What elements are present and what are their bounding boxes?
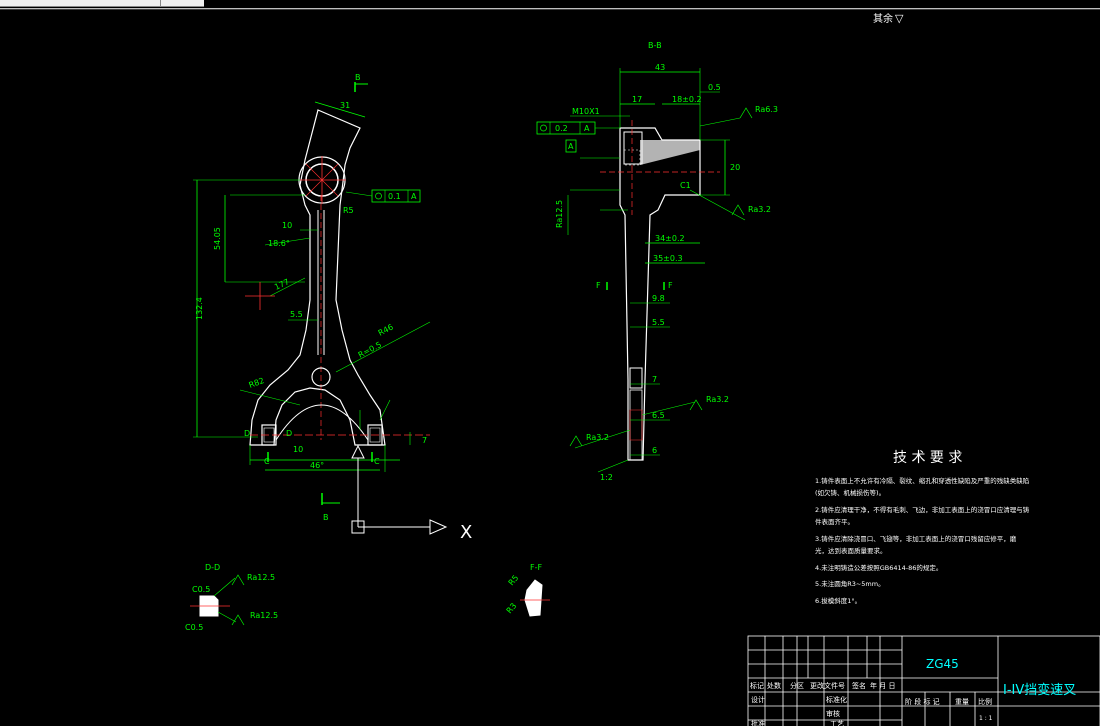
row-label-sign: 签名 (852, 681, 866, 690)
tech-req-line-5: 3.铸件应清除浇冒口、飞翅等，非加工表面上的浇冒口残留应修平，磨 (815, 534, 1017, 543)
side-dim-43: 43 (655, 63, 665, 72)
side-roughness-2: Ra3.2 (748, 205, 771, 214)
side-dim-34: 34±0.2 (655, 234, 685, 243)
tech-req-line-1: 1.铸件表面上不允许有冷隔、裂纹、缩孔和穿透性缺陷及严重的残缺类缺陷 (815, 476, 1029, 485)
side-roughness-3: Ra3.2 (706, 395, 729, 404)
axis-x-label: X (460, 522, 472, 543)
main-view: B 132.4 54.05 31 R5 10 18.6° 177 5.5 R46… (193, 73, 431, 522)
label-design: 设计 (751, 695, 765, 704)
side-tol-datum: A (584, 124, 590, 133)
surface-note: 其余 ▽ (873, 12, 904, 25)
side-dim-vertical: Ra12.5 (555, 200, 564, 228)
section-marker-c-right: C (374, 457, 380, 466)
section-ff: F-F R5 R3 (505, 563, 550, 617)
tech-req-line-9: 6.拔模斜度1°。 (815, 596, 861, 605)
scale-value: 1 : 1 (979, 715, 993, 722)
weight-label: 重量 (955, 698, 969, 706)
ucs-icon: X (351, 470, 472, 543)
toolbar-strip (0, 0, 1100, 8)
section-marker-b-bottom: B (323, 513, 329, 522)
side-datum-a: A (568, 142, 574, 151)
dim-46deg: 46° (310, 461, 324, 470)
tech-req-line-2: (如欠铸、机械损伤等)。 (815, 488, 885, 497)
tech-req-title: 技 术 要 求 (893, 450, 962, 466)
row-label-count: 处数 (767, 681, 781, 690)
section-marker-f-left: F (596, 281, 601, 290)
dim-angle: 18.6° (268, 239, 290, 248)
scale-label: 比例 (978, 697, 992, 706)
surface-note-symbol: ▽ (895, 12, 904, 25)
ff-radius-1: R5 (507, 573, 521, 587)
tech-requirements: 技 术 要 求 1.铸件表面上不允许有冷隔、裂纹、缩孔和穿透性缺陷及严重的残缺类… (815, 450, 1030, 605)
stage-label: 阶 段 标 记 (905, 697, 940, 706)
tol-datum: A (411, 192, 417, 201)
section-marker-d-left: D (244, 429, 250, 438)
dd-chamfer-2: C0.5 (185, 623, 203, 632)
side-roughness-4: Ra3.2 (586, 433, 609, 442)
side-view-bb: B-B 43 17 18±0.2 0.5 M10X1 Ra6.3 0.2 A A… (536, 41, 778, 482)
ff-radius-2: R3 (505, 601, 519, 615)
dim-54-05: 54.05 (213, 227, 222, 250)
side-dim-6: 6 (652, 446, 657, 455)
row-label-mark: 标记 (750, 681, 764, 690)
dd-roughness-1: Ra12.5 (247, 573, 275, 582)
row-label-doc: 更改文件号 (810, 681, 845, 690)
dd-roughness-2: Ra12.5 (250, 611, 278, 620)
dim-10-top: 10 (282, 221, 292, 230)
title-block (747, 635, 1100, 726)
cad-drawing-canvas[interactable]: 其余 ▽ B 132.4 54.05 31 R5 10 18.6° 177 5.… (0, 8, 1100, 726)
side-dim-17: 17 (632, 95, 642, 104)
tol-value: 0.1 (388, 192, 401, 201)
dim-31: 31 (340, 101, 350, 110)
section-marker-b-top: B (355, 73, 361, 82)
side-chamfer: C1 (680, 181, 691, 190)
section-title-dd: D-D (205, 563, 220, 572)
side-dim-m10: M10X1 (572, 107, 600, 116)
side-dim-35: 35±0.3 (653, 254, 683, 263)
dim-10-bottom: 10 (293, 445, 303, 454)
dd-chamfer-1: C0.5 (192, 585, 210, 594)
label-check: 审核 (826, 709, 840, 718)
label-standardize: 标准化 (826, 695, 847, 704)
dim-r5: R5 (343, 206, 354, 215)
side-dim-ratio: 1:2 (600, 473, 613, 482)
section-marker-f-right: F (668, 281, 673, 290)
tech-req-line-3: 2.铸件应清理干净，不得有毛刺、飞边，非加工表面上的浇冒口应清理与铸 (815, 505, 1030, 514)
side-dim-9-8: 9.8 (652, 294, 665, 303)
side-dim-18: 18±0.2 (672, 95, 702, 104)
section-marker-d-right: D (286, 429, 292, 438)
tech-req-line-7: 4.未注明铸造公差按照GB6414-86的规定。 (815, 563, 942, 572)
dim-7: 7 (422, 436, 427, 445)
dim-r-0-5: R=0.5 (357, 340, 383, 360)
side-roughness-1: Ra6.3 (755, 105, 778, 114)
section-marker-c-left: C (264, 457, 270, 466)
section-dd: D-D C0.5 C0.5 Ra12.5 Ra12.5 (185, 563, 278, 632)
label-approve-review: 批准 (751, 719, 765, 726)
title-part-name: I-IV挡变速叉 (1003, 682, 1076, 698)
title-material: ZG45 (926, 657, 959, 671)
tech-req-line-6: 光，达到表面质量要求。 (815, 546, 887, 555)
side-dim-0-5: 0.5 (708, 83, 721, 92)
section-title-ff: F-F (530, 563, 542, 572)
side-dim-20: 20 (730, 163, 740, 172)
surface-note-text: 其余 (873, 12, 893, 25)
title-row-labels: 标记 处数 分区 更改文件号 签名 年 月 日 设计 标准化 审核 批准 工艺 … (750, 681, 993, 726)
row-label-zone: 分区 (790, 681, 804, 690)
tech-req-line-8: 5.未注圆角R3~5mm。 (815, 579, 885, 588)
label-process: 工艺 (830, 720, 844, 726)
dim-132-4: 132.4 (195, 297, 204, 320)
section-title-bb: B-B (648, 41, 662, 50)
row-label-date: 年 月 日 (870, 681, 895, 690)
dim-r82: R82 (248, 376, 266, 390)
side-dim-5-5: 5.5 (652, 318, 665, 327)
side-tol-value: 0.2 (555, 124, 568, 133)
dim-5-5: 5.5 (290, 310, 303, 319)
tech-req-line-4: 件表面齐平。 (815, 517, 854, 526)
dim-r46: R46 (377, 322, 395, 337)
side-dim-7: 7 (652, 375, 657, 384)
command-field-divider (160, 0, 205, 6)
